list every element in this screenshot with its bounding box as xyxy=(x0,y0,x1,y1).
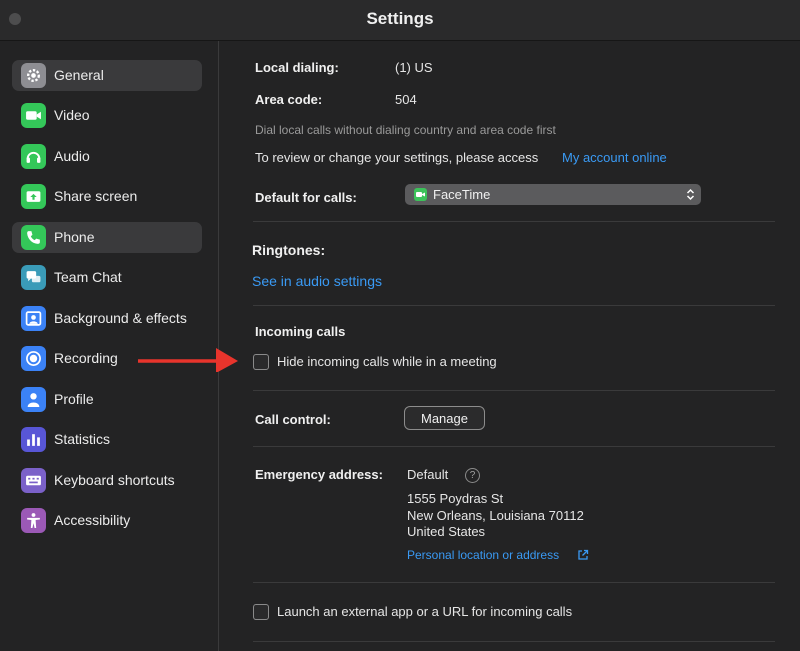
default-calls-value: FaceTime xyxy=(433,187,491,202)
gear-icon xyxy=(21,63,46,88)
ringtones-title: Ringtones: xyxy=(252,242,326,258)
profile-icon xyxy=(21,387,46,412)
sidebar-item-label: Audio xyxy=(54,148,90,164)
chat-icon xyxy=(21,265,46,290)
area-code-label: Area code: xyxy=(255,92,323,107)
red-arrow-annotation xyxy=(138,348,238,372)
sidebar-item-team-chat[interactable]: Team Chat xyxy=(12,262,202,293)
sidebar-item-general[interactable]: General xyxy=(12,60,202,91)
facetime-icon xyxy=(414,188,427,201)
accessibility-icon xyxy=(21,508,46,533)
sidebar-item-accessibility[interactable]: Accessibility xyxy=(12,505,202,536)
default-calls-select[interactable]: FaceTime xyxy=(405,184,701,205)
sidebar-item-label: Statistics xyxy=(54,431,111,447)
sidebar-item-label: General xyxy=(54,67,104,83)
external-link-icon[interactable] xyxy=(577,549,589,561)
share-screen-icon xyxy=(21,184,46,209)
launch-external-app-label: Launch an external app or a URL for inco… xyxy=(277,604,573,619)
sidebar-item-label: Share screen xyxy=(54,188,138,204)
background-icon xyxy=(21,306,46,331)
sidebar-item-share-screen[interactable]: Share screen xyxy=(12,181,202,212)
see-audio-settings-link[interactable]: See in audio settings xyxy=(252,273,382,289)
my-account-online-link[interactable]: My account online xyxy=(562,150,667,165)
hide-incoming-calls-label: Hide incoming calls while in a meeting xyxy=(277,354,497,369)
help-icon[interactable]: ? xyxy=(465,468,480,483)
keyboard-icon xyxy=(21,468,46,493)
sidebar-item-label: Recording xyxy=(54,350,118,366)
sidebar-item-statistics[interactable]: Statistics xyxy=(12,424,202,455)
sidebar-item-label: Background & effects xyxy=(54,310,187,326)
chevron-up-down-icon xyxy=(686,188,695,201)
dial-local-hint: Dial local calls without dialing country… xyxy=(255,123,556,137)
divider xyxy=(253,390,775,391)
sidebar-item-background-effects[interactable]: Background & effects xyxy=(12,303,202,334)
divider xyxy=(253,221,775,222)
statistics-icon xyxy=(21,427,46,452)
phone-settings-panel: Local dialing: (1) US Area code: 504 Dia… xyxy=(219,41,800,651)
incoming-calls-title: Incoming calls xyxy=(255,324,346,339)
sidebar-item-video[interactable]: Video xyxy=(12,100,202,131)
window-title: Settings xyxy=(366,9,434,28)
headphones-icon xyxy=(21,144,46,169)
emergency-default-value: Default xyxy=(407,467,449,482)
sidebar-item-label: Keyboard shortcuts xyxy=(54,472,175,488)
title-bar: Settings xyxy=(0,0,800,41)
sidebar-item-audio[interactable]: Audio xyxy=(12,141,202,172)
divider xyxy=(253,305,775,306)
manage-button[interactable]: Manage xyxy=(404,406,485,430)
sidebar-item-label: Team Chat xyxy=(54,269,122,285)
sidebar-item-phone[interactable]: Phone xyxy=(12,222,202,253)
address-city: New Orleans, Louisiana 70112 xyxy=(407,508,584,523)
sidebar-item-label: Accessibility xyxy=(54,512,131,528)
personal-location-link[interactable]: Personal location or address xyxy=(407,548,559,562)
divider xyxy=(253,582,775,583)
address-street: 1555 Poydras St xyxy=(407,491,504,506)
phone-icon xyxy=(21,225,46,250)
sidebar-item-label: Profile xyxy=(54,391,94,407)
divider xyxy=(253,641,775,642)
default-for-calls-label: Default for calls: xyxy=(255,190,357,205)
sidebar-item-keyboard-shortcuts[interactable]: Keyboard shortcuts xyxy=(12,465,202,496)
review-settings-text: To review or change your settings, pleas… xyxy=(255,150,539,165)
area-code-value: 504 xyxy=(395,92,417,107)
launch-external-app-checkbox[interactable] xyxy=(253,604,269,620)
divider xyxy=(253,446,775,447)
sidebar-item-profile[interactable]: Profile xyxy=(12,384,202,415)
sidebar-item-label: Video xyxy=(54,107,90,123)
local-dialing-value: (1) US xyxy=(395,60,433,75)
sidebar-item-label: Phone xyxy=(54,229,95,245)
address-country: United States xyxy=(407,524,486,539)
emergency-address-label: Emergency address: xyxy=(255,467,383,482)
video-camera-icon xyxy=(21,103,46,128)
call-control-label: Call control: xyxy=(255,412,331,427)
recording-icon xyxy=(21,346,46,371)
hide-incoming-calls-checkbox[interactable] xyxy=(253,354,269,370)
local-dialing-label: Local dialing: xyxy=(255,60,339,75)
